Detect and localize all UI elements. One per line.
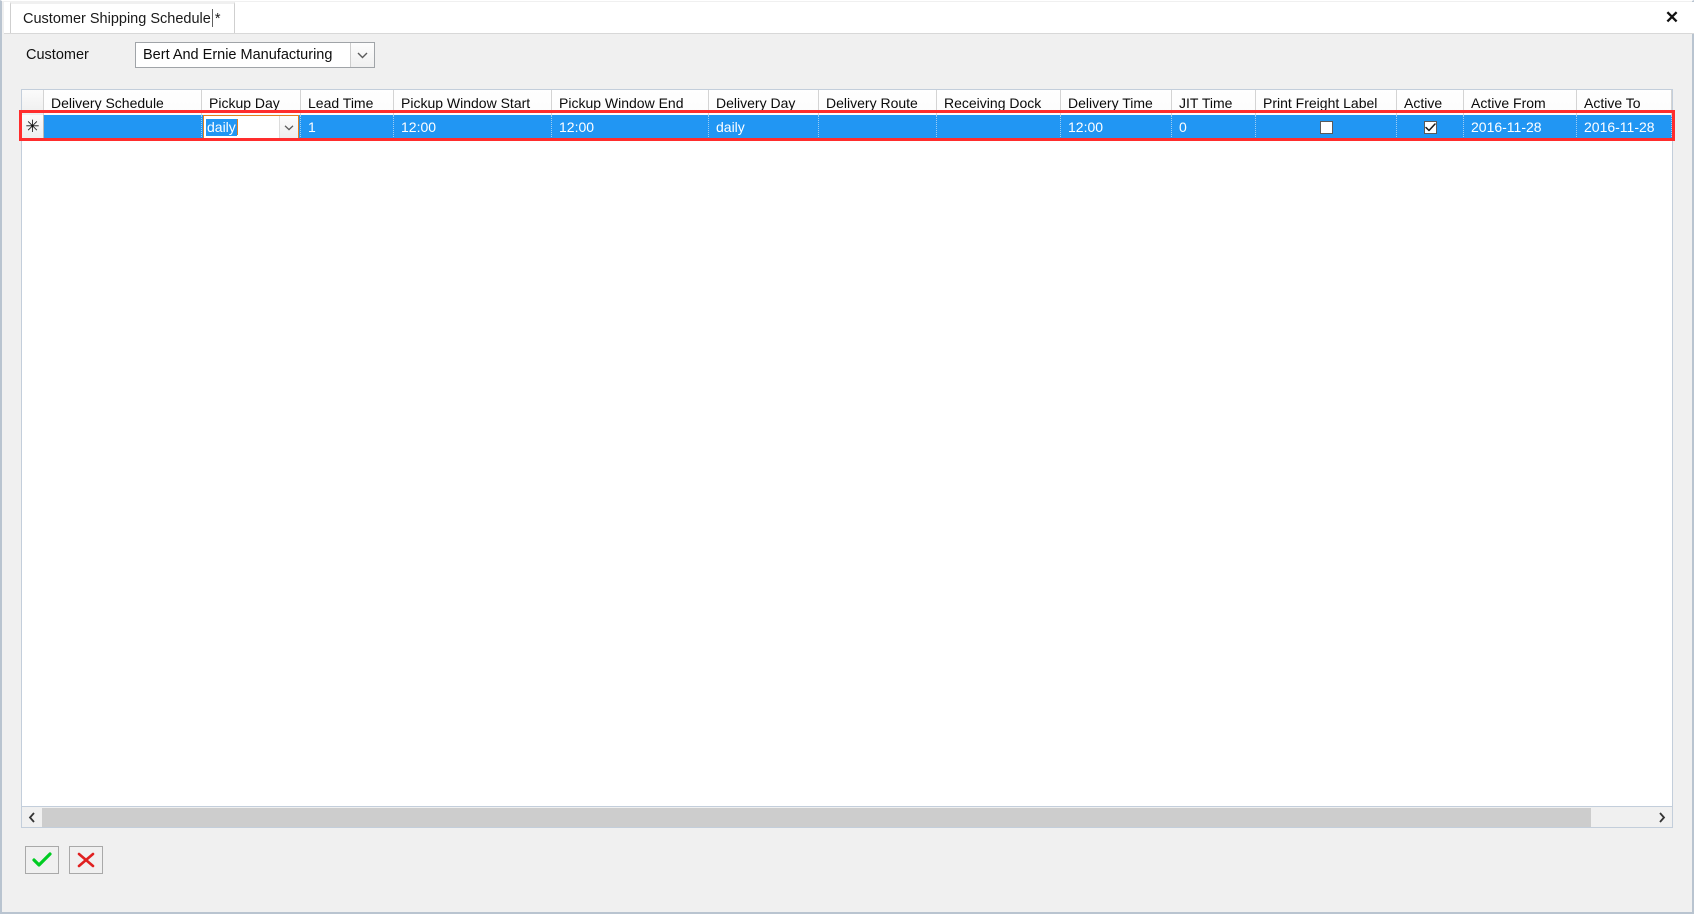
scrollbar-track[interactable] — [42, 807, 1652, 827]
cell-active-to[interactable]: 2016-11-28 — [1577, 115, 1672, 139]
column-header-pickup-window-start[interactable]: Pickup Window Start — [394, 90, 552, 115]
cell-pickup-day[interactable]: daily — [202, 115, 301, 139]
chevron-down-icon[interactable] — [279, 116, 298, 138]
column-header-delivery-schedule[interactable]: Delivery Schedule — [44, 90, 202, 115]
cell-receiving-dock[interactable] — [937, 115, 1061, 139]
cell-delivery-day[interactable]: daily — [709, 115, 819, 139]
tab-text-caret — [212, 9, 213, 27]
column-header-delivery-day[interactable]: Delivery Day — [709, 90, 819, 115]
cell-active-from[interactable]: 2016-11-28 — [1464, 115, 1577, 139]
close-icon[interactable]: ✕ — [1658, 4, 1686, 30]
column-header-active-from[interactable]: Active From — [1464, 90, 1577, 115]
cell-pickup-window-end[interactable]: 12:00 — [552, 115, 709, 139]
table-row[interactable]: ✳ daily 1 12:00 12:00 daily 12:00 0 2016-11-28 20… — [22, 115, 1672, 139]
cell-pickup-window-start[interactable]: 12:00 — [394, 115, 552, 139]
grid-header-row: Delivery Schedule Pickup Day Lead Time Pick… — [22, 90, 1672, 115]
cell-print-freight-label[interactable] — [1256, 115, 1397, 139]
column-header-lead-time[interactable]: Lead Time — [301, 90, 394, 115]
grid-body[interactable]: ✳ daily 1 12:00 12:00 daily 12:00 0 2016-11-28 20… — [22, 115, 1672, 806]
cell-delivery-time[interactable]: 12:00 — [1061, 115, 1172, 139]
column-header-jit-time[interactable]: JIT Time — [1172, 90, 1256, 115]
text-caret — [236, 119, 238, 135]
cross-icon — [77, 852, 95, 868]
checkmark-icon — [32, 852, 52, 867]
column-header-active-to[interactable]: Active To — [1577, 90, 1672, 115]
tab-label: Customer Shipping Schedule * — [23, 10, 221, 27]
column-header-pickup-window-end[interactable]: Pickup Window End — [552, 90, 709, 115]
column-header-delivery-time[interactable]: Delivery Time — [1061, 90, 1172, 115]
scroll-left-icon[interactable] — [22, 807, 42, 827]
column-header-receiving-dock[interactable]: Receiving Dock — [937, 90, 1061, 115]
column-header-print-freight-label[interactable]: Print Freight Label — [1256, 90, 1397, 115]
cell-delivery-schedule[interactable] — [44, 115, 202, 139]
customer-filter-bar: Customer Bert And Ernie Manufacturing — [2, 34, 1692, 79]
active-checkbox[interactable] — [1423, 120, 1437, 134]
column-header-active[interactable]: Active — [1397, 90, 1464, 115]
print-freight-label-checkbox[interactable] — [1319, 120, 1333, 134]
cell-lead-time[interactable]: 1 — [301, 115, 394, 139]
chevron-down-icon[interactable] — [350, 43, 374, 67]
cancel-button[interactable] — [69, 846, 103, 874]
column-header-pickup-day[interactable]: Pickup Day — [202, 90, 301, 115]
pickup-day-combobox-editor[interactable]: daily — [203, 115, 299, 139]
column-header-delivery-route[interactable]: Delivery Route — [819, 90, 937, 115]
shipping-schedule-grid[interactable]: Delivery Schedule Pickup Day Lead Time Pick… — [21, 89, 1673, 807]
checkmark-icon — [1424, 122, 1436, 131]
action-button-bar — [2, 839, 1692, 889]
scrollbar-thumb[interactable] — [42, 807, 1591, 827]
new-row-asterisk-icon: ✳ — [25, 116, 40, 136]
cell-jit-time[interactable]: 0 — [1172, 115, 1256, 139]
grid-horizontal-scrollbar[interactable] — [21, 807, 1673, 828]
scroll-right-icon[interactable] — [1652, 807, 1672, 827]
application-window: Customer Shipping Schedule * ✕ Customer … — [0, 0, 1694, 914]
pickup-day-editor-value: daily — [206, 118, 237, 136]
customer-combobox[interactable]: Bert And Ernie Manufacturing — [135, 42, 375, 68]
tab-customer-shipping-schedule[interactable]: Customer Shipping Schedule * — [10, 2, 236, 33]
row-header-new-record[interactable]: ✳ — [22, 115, 44, 139]
cell-delivery-route[interactable] — [819, 115, 937, 139]
tab-bar: Customer Shipping Schedule * ✕ — [4, 2, 1694, 34]
customer-combobox-value: Bert And Ernie Manufacturing — [143, 47, 333, 63]
confirm-button[interactable] — [25, 846, 59, 874]
cell-active[interactable] — [1397, 115, 1464, 139]
customer-label: Customer — [26, 47, 89, 63]
grid-corner-header — [22, 90, 44, 115]
